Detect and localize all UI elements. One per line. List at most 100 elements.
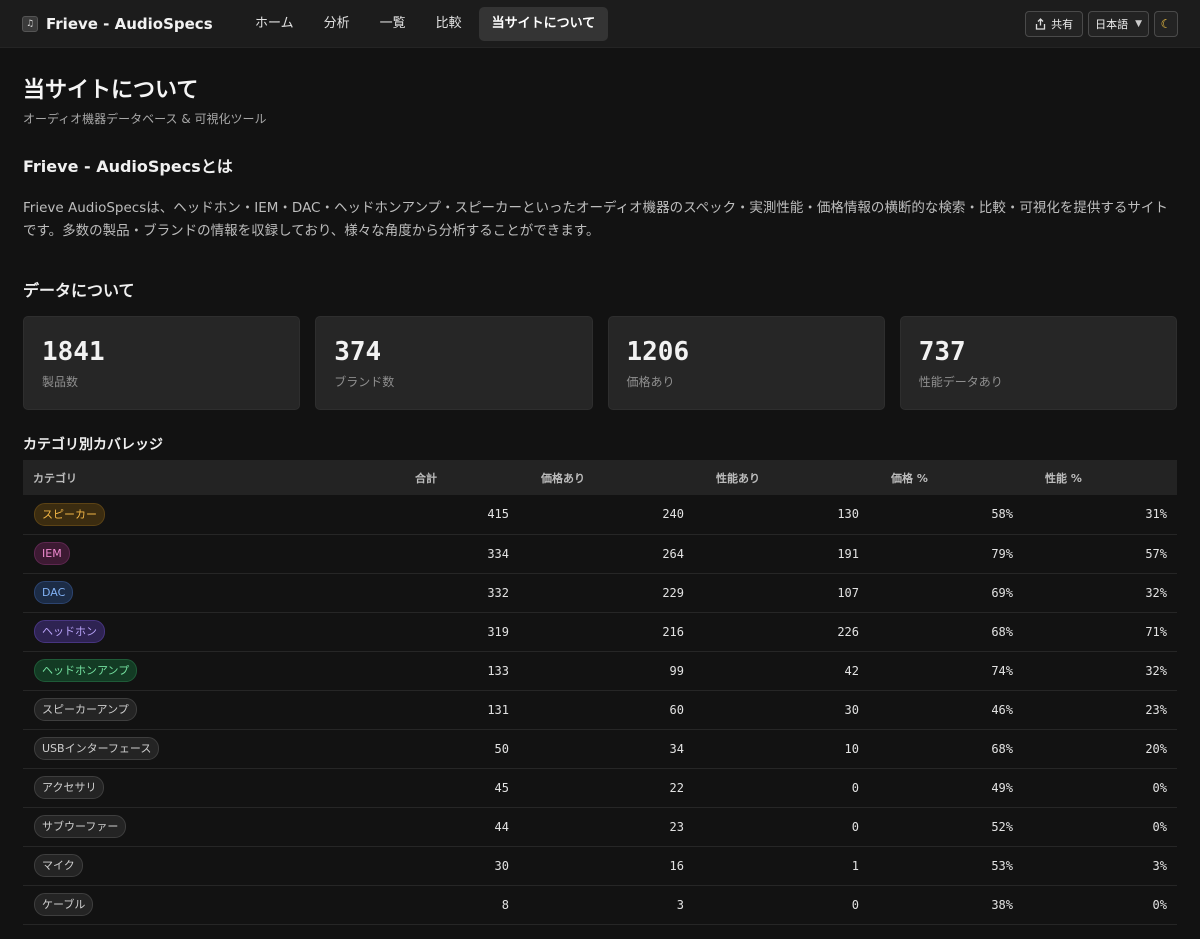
perf-cell: 107 — [694, 573, 869, 613]
price-pct-cell: 58% — [869, 495, 1023, 535]
language-select[interactable]: 日本語 ▼ — [1088, 11, 1149, 37]
perf-cell: 1 — [694, 846, 869, 886]
category-cell: アクセサリ — [23, 768, 405, 808]
perf-pct-cell: 0% — [1023, 768, 1177, 808]
table-row: USBインターフェース 50 34 10 68% 20% — [23, 729, 1177, 769]
price-pct-cell: 69% — [869, 573, 1023, 613]
col-header-category[interactable]: カテゴリ — [23, 460, 405, 495]
price-cell: 34 — [519, 729, 694, 769]
category-badge[interactable]: IEM — [34, 542, 70, 565]
stat-value: 1206 — [626, 337, 690, 367]
stat-label: 価格あり — [626, 375, 675, 389]
about-description: Frieve AudioSpecsは、ヘッドホン・IEM・DAC・ヘッドホンアン… — [23, 200, 1168, 239]
perf-pct-cell: 32% — [1023, 573, 1177, 613]
stat-value: 374 — [334, 337, 382, 367]
category-badge[interactable]: ヘッドホン — [34, 620, 105, 643]
category-badge[interactable]: アクセサリ — [34, 776, 105, 799]
nav-list[interactable]: 一覧 — [367, 7, 419, 41]
total-cell: 50 — [405, 729, 519, 769]
page-title: 当サイトについて — [23, 78, 199, 103]
total-cell: 415 — [405, 495, 519, 535]
total-cell: 8 — [405, 885, 519, 925]
category-badge[interactable]: USBインターフェース — [34, 737, 160, 760]
category-badge[interactable]: マイク — [34, 854, 83, 877]
table-row: アクセサリ 45 22 0 49% 0% — [23, 768, 1177, 808]
nav-compare[interactable]: 比較 — [423, 7, 475, 41]
category-badge[interactable]: ヘッドホンアンプ — [34, 659, 138, 682]
brand[interactable]: ♫ Frieve - AudioSpecs — [22, 15, 242, 33]
share-label: 共有 — [1051, 18, 1074, 31]
col-header-total[interactable]: 合計 — [405, 460, 519, 495]
nav-about[interactable]: 当サイトについて — [478, 6, 609, 41]
table-row: スピーカー 415 240 130 58% 31% — [23, 495, 1177, 535]
category-badge[interactable]: ケーブル — [34, 893, 94, 916]
total-cell: 30 — [405, 846, 519, 886]
nav-home[interactable]: ホーム — [242, 7, 307, 41]
price-cell: 60 — [519, 690, 694, 730]
price-cell: 3 — [519, 885, 694, 925]
share-button[interactable]: 共有 — [1025, 11, 1084, 37]
price-pct-cell: 46% — [869, 690, 1023, 730]
table-row: ヘッドホン 319 216 226 68% 71% — [23, 612, 1177, 652]
theme-toggle-button[interactable]: ☾ — [1154, 11, 1178, 37]
coverage-table: カテゴリ 合計 価格あり 性能あり 価格 % 性能 % スピーカー 415 240 1… — [23, 460, 1177, 925]
perf-pct-cell: 3% — [1023, 846, 1177, 886]
stat-value: 1841 — [42, 337, 105, 367]
table-row: スピーカーアンプ 131 60 30 46% 23% — [23, 690, 1177, 730]
perf-pct-cell: 32% — [1023, 651, 1177, 691]
brand-title: Frieve - AudioSpecs — [46, 14, 213, 33]
data-heading: データについて — [23, 281, 135, 300]
perf-pct-cell: 0% — [1023, 807, 1177, 847]
stat-card-brands: 374 ブランド数 — [315, 316, 593, 410]
stat-label: ブランド数 — [334, 375, 395, 389]
category-badge[interactable]: サブウーファー — [34, 815, 127, 838]
category-cell: USBインターフェース — [23, 729, 405, 769]
col-header-price-pct[interactable]: 価格 % — [869, 460, 1023, 495]
perf-cell: 0 — [694, 885, 869, 925]
nav-analysis[interactable]: 分析 — [311, 7, 363, 41]
price-pct-cell: 53% — [869, 846, 1023, 886]
perf-cell: 0 — [694, 807, 869, 847]
category-badge[interactable]: スピーカーアンプ — [34, 698, 137, 721]
price-cell: 23 — [519, 807, 694, 847]
perf-cell: 0 — [694, 768, 869, 808]
category-cell: DAC — [23, 573, 405, 613]
perf-pct-cell: 31% — [1023, 495, 1177, 535]
total-cell: 131 — [405, 690, 519, 730]
price-cell: 99 — [519, 651, 694, 691]
price-cell: 16 — [519, 846, 694, 886]
price-pct-cell: 74% — [869, 651, 1023, 691]
perf-cell: 42 — [694, 651, 869, 691]
col-header-with-performance[interactable]: 性能あり — [694, 460, 869, 495]
perf-pct-cell: 0% — [1023, 885, 1177, 925]
total-cell: 332 — [405, 573, 519, 613]
category-badge[interactable]: DAC — [34, 581, 74, 604]
stat-card-products: 1841 製品数 — [23, 316, 301, 410]
headphones-logo-icon: ♫ — [22, 15, 38, 32]
total-cell: 133 — [405, 651, 519, 691]
perf-pct-cell: 20% — [1023, 729, 1177, 769]
table-row: サブウーファー 44 23 0 52% 0% — [23, 807, 1177, 847]
table-row: IEM 334 264 191 79% 57% — [23, 534, 1177, 574]
price-pct-cell: 49% — [869, 768, 1023, 808]
table-header-row: カテゴリ 合計 価格あり 性能あり 価格 % 性能 % — [23, 460, 1177, 495]
table-row: ヘッドホンアンプ 133 99 42 74% 32% — [23, 651, 1177, 691]
price-cell: 264 — [519, 534, 694, 574]
share-icon — [1035, 18, 1046, 30]
price-pct-cell: 79% — [869, 534, 1023, 574]
perf-cell: 10 — [694, 729, 869, 769]
stat-label: 製品数 — [42, 375, 79, 389]
col-header-with-price[interactable]: 価格あり — [519, 460, 694, 495]
col-header-performance-pct[interactable]: 性能 % — [1023, 460, 1177, 495]
table-row: DAC 332 229 107 69% 32% — [23, 573, 1177, 613]
category-cell: ヘッドホンアンプ — [23, 651, 405, 691]
category-cell: サブウーファー — [23, 807, 405, 847]
category-badge[interactable]: スピーカー — [34, 502, 105, 526]
total-cell: 44 — [405, 807, 519, 847]
perf-cell: 191 — [694, 534, 869, 574]
perf-pct-cell: 57% — [1023, 534, 1177, 574]
top-navigation-bar: ♫ Frieve - AudioSpecs ホーム 分析 一覧 比較 当サイトに… — [0, 0, 1200, 48]
table-body: スピーカー 415 240 130 58% 31% IEM 334 264 191 79% 57% DA… — [23, 495, 1177, 925]
total-cell: 334 — [405, 534, 519, 574]
category-cell: スピーカー — [23, 495, 405, 535]
